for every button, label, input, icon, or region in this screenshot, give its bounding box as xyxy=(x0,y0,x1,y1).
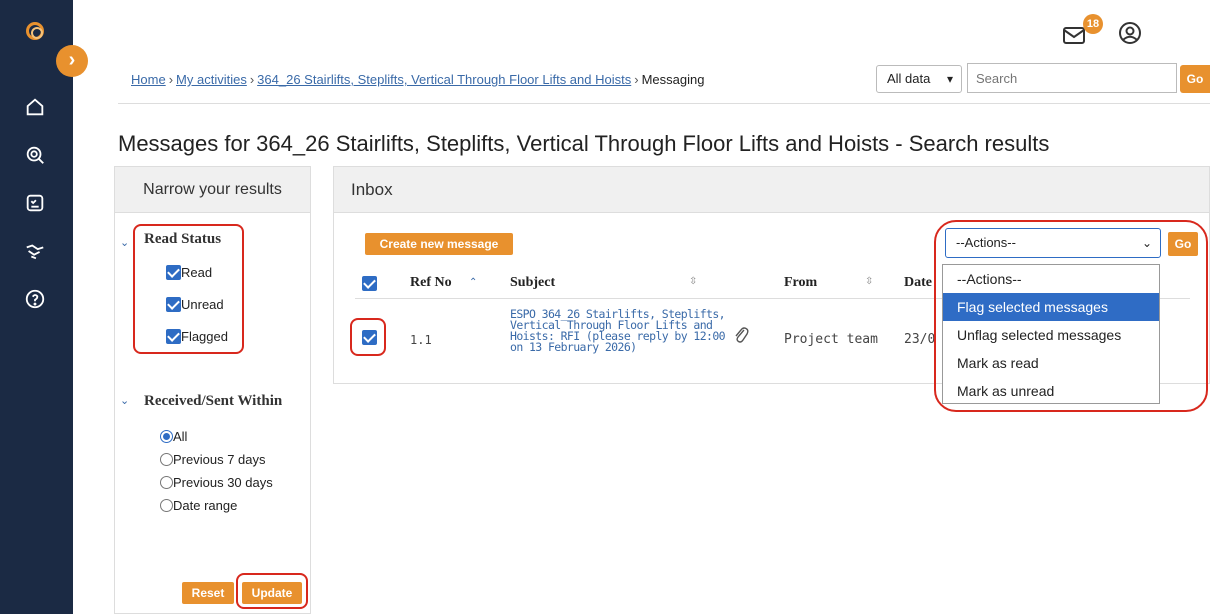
select-all-checkbox[interactable] xyxy=(362,276,377,294)
radio-7-days[interactable]: Previous 7 days xyxy=(160,452,266,470)
column-date[interactable]: Date xyxy=(904,275,932,291)
create-new-message-button[interactable]: Create new message xyxy=(365,233,513,255)
radio-icon[interactable] xyxy=(160,476,173,489)
radio-date-range[interactable]: Date range xyxy=(160,498,237,516)
breadcrumb-my-activities[interactable]: My activities xyxy=(176,72,247,87)
collapse-received-icon[interactable]: ⌄ xyxy=(120,394,129,407)
breadcrumb-separator: › xyxy=(168,72,174,87)
sidebar-nav xyxy=(0,0,73,614)
message-subject-link[interactable]: ESPO 364_26 Stairlifts, Steplifts, Verti… xyxy=(510,308,735,353)
row-from: Project team xyxy=(784,332,878,347)
radio-30-days-label: Previous 30 days xyxy=(173,475,273,490)
search-scope-select[interactable]: All data ▾ xyxy=(876,65,962,93)
radio-icon[interactable] xyxy=(160,430,173,443)
sort-icon[interactable]: ⇳ xyxy=(865,276,873,287)
breadcrumb-separator: › xyxy=(634,72,639,87)
radio-all-label: All xyxy=(173,429,188,444)
expand-sidebar-button[interactable]: › xyxy=(56,45,88,77)
handshake-icon[interactable] xyxy=(24,240,46,262)
column-ref-no[interactable]: Ref No xyxy=(410,275,452,291)
annotation-highlight xyxy=(934,220,1208,412)
sort-icon[interactable]: ⇳ xyxy=(689,276,697,287)
breadcrumb: Home › My activities › 364_26 Stairlifts, St… xyxy=(131,72,704,87)
received-within-title[interactable]: Received/Sent Within xyxy=(144,393,282,410)
column-from[interactable]: From xyxy=(784,275,817,291)
attachment-icon xyxy=(733,325,749,350)
annotation-highlight xyxy=(133,224,244,354)
breadcrumb-separator: › xyxy=(249,72,255,87)
checkbox-icon[interactable] xyxy=(362,276,377,291)
breadcrumb-divider xyxy=(118,103,1210,104)
mail-badge: 18 xyxy=(1083,14,1103,34)
search-scope-value: All data xyxy=(887,71,931,86)
help-icon[interactable] xyxy=(24,288,46,310)
search-input[interactable] xyxy=(967,63,1177,93)
breadcrumb-current: Messaging xyxy=(641,72,705,87)
row-ref-no: 1.1 xyxy=(410,333,432,347)
annotation-highlight xyxy=(350,318,386,356)
breadcrumb-home[interactable]: Home xyxy=(131,72,166,87)
inbox-header: Inbox xyxy=(334,167,1209,213)
checklist-icon[interactable] xyxy=(24,192,46,214)
radio-7-days-label: Previous 7 days xyxy=(173,452,266,467)
chevron-down-icon: ▾ xyxy=(946,72,953,86)
sort-ascending-icon[interactable]: ⌃ xyxy=(469,277,477,288)
column-subject[interactable]: Subject xyxy=(510,275,555,291)
radio-30-days[interactable]: Previous 30 days xyxy=(160,475,273,493)
collapse-read-status-icon[interactable]: ⌄ xyxy=(120,236,129,249)
search-activity-icon[interactable] xyxy=(24,144,46,166)
filter-panel-header: Narrow your results xyxy=(115,167,310,213)
page-title: Messages for 364_26 Stairlifts, Steplift… xyxy=(118,131,1050,156)
annotation-highlight xyxy=(236,573,308,609)
account-icon[interactable] xyxy=(1118,21,1142,50)
logo-icon[interactable] xyxy=(26,22,44,40)
row-date: 23/0 xyxy=(904,332,936,347)
breadcrumb-project[interactable]: 364_26 Stairlifts, Steplifts, Vertical T… xyxy=(257,72,631,87)
radio-icon[interactable] xyxy=(160,499,173,512)
radio-icon[interactable] xyxy=(160,453,173,466)
radio-date-range-label: Date range xyxy=(173,498,238,513)
reset-button[interactable]: Reset xyxy=(182,582,234,604)
radio-all[interactable]: All xyxy=(160,429,187,447)
home-icon[interactable] xyxy=(24,96,46,118)
search-go-button[interactable]: Go xyxy=(1180,65,1210,93)
